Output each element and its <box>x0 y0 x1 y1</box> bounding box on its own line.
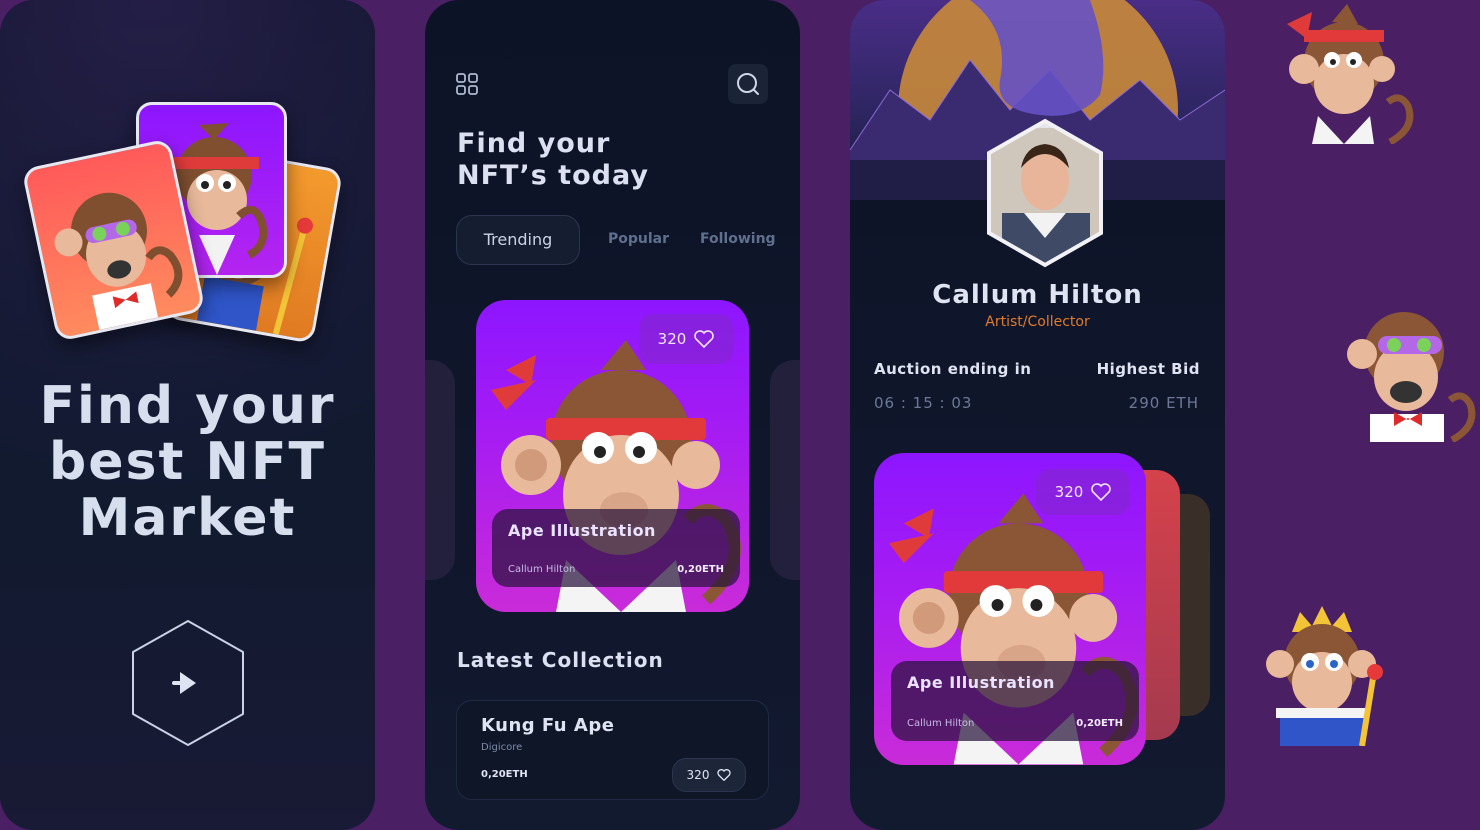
ape-sticker-king <box>1262 602 1392 747</box>
page-title-line-2: NFT’s today <box>457 160 649 191</box>
collection-card[interactable]: Kung Fu Ape Digicore 0,20ETH 320 <box>456 700 769 800</box>
tab-trending[interactable]: Trending <box>456 215 580 265</box>
get-started-button[interactable] <box>128 618 248 748</box>
splash-screen: Find your best NFT Market <box>0 0 375 830</box>
auction-card-price: 0,20ETH <box>1076 718 1123 729</box>
featured-price: 0,20ETH <box>677 564 724 575</box>
auction-card-author: Callum Hilton <box>907 718 975 729</box>
avatar-hexagon <box>987 118 1103 268</box>
collection-title: Kung Fu Ape <box>481 715 615 736</box>
auction-like-count: 320 <box>1054 483 1084 501</box>
side-card-left <box>425 360 455 580</box>
hero-title-line-3: Market <box>78 488 297 548</box>
tab-following[interactable]: Following <box>700 231 776 247</box>
menu-button[interactable] <box>455 72 479 96</box>
heart-icon <box>1091 483 1112 501</box>
page-title: Find your NFT’s today <box>457 128 649 192</box>
bid-label: Highest Bid <box>1096 360 1200 378</box>
featured-nft-card[interactable]: 320 Ape Illustration Callum Hilton 0,20E… <box>476 300 749 612</box>
tab-popular[interactable]: Popular <box>608 231 669 247</box>
nft-card-stack <box>21 98 358 348</box>
ape-sticker-glasses <box>1340 302 1480 444</box>
profile-role: Artist/Collector <box>985 314 1090 330</box>
featured-author: Callum Hilton <box>508 564 576 575</box>
heart-icon <box>717 769 732 781</box>
page-title-line-1: Find your <box>457 128 611 159</box>
auction-nft-card[interactable]: 320 Ape Illustration Callum Hilton 0,20E… <box>874 453 1146 765</box>
tab-popular-label: Popular <box>608 231 670 247</box>
featured-title: Ape Illustration <box>508 521 656 540</box>
auction-like-button[interactable]: 320 <box>1036 469 1130 515</box>
featured-info-panel: Ape Illustration Callum Hilton 0,20ETH <box>492 509 740 587</box>
collection-creator: Digicore <box>481 742 523 753</box>
side-card-right <box>770 360 800 580</box>
collection-like-button[interactable]: 320 <box>672 758 746 792</box>
auction-card-title: Ape Illustration <box>907 673 1055 692</box>
grid-icon <box>456 73 478 95</box>
profile-screen: Callum Hilton Artist/Collector Auction e… <box>850 0 1225 830</box>
auction-label: Auction ending in <box>874 360 1032 378</box>
auction-info-panel: Ape Illustration Callum Hilton 0,20ETH <box>891 661 1139 741</box>
avatar[interactable] <box>984 118 1106 268</box>
hero-title-line-2: best NFT <box>49 432 326 492</box>
collection-price: 0,20ETH <box>481 769 528 780</box>
hero-title-line-1: Find your <box>39 376 336 436</box>
latest-collection-heading: Latest Collection <box>457 648 664 672</box>
bid-value: 290 ETH <box>1128 394 1199 412</box>
ape-sticker-headband <box>1282 4 1418 146</box>
play-icon <box>132 620 244 746</box>
featured-like-count: 320 <box>657 330 687 348</box>
featured-like-button[interactable]: 320 <box>639 314 733 364</box>
search-icon <box>737 73 759 95</box>
hero-title: Find your best NFT Market <box>0 378 375 546</box>
search-button[interactable] <box>728 64 768 104</box>
collection-like-count: 320 <box>686 768 710 782</box>
home-screen: Find your NFT’s today Trending Popular F… <box>425 0 800 830</box>
profile-name: Callum Hilton <box>932 280 1143 310</box>
tab-following-label: Following <box>700 231 776 247</box>
heart-icon <box>694 330 715 348</box>
tab-trending-label: Trending <box>483 230 553 249</box>
auction-time: 06 : 15 : 03 <box>874 394 973 412</box>
